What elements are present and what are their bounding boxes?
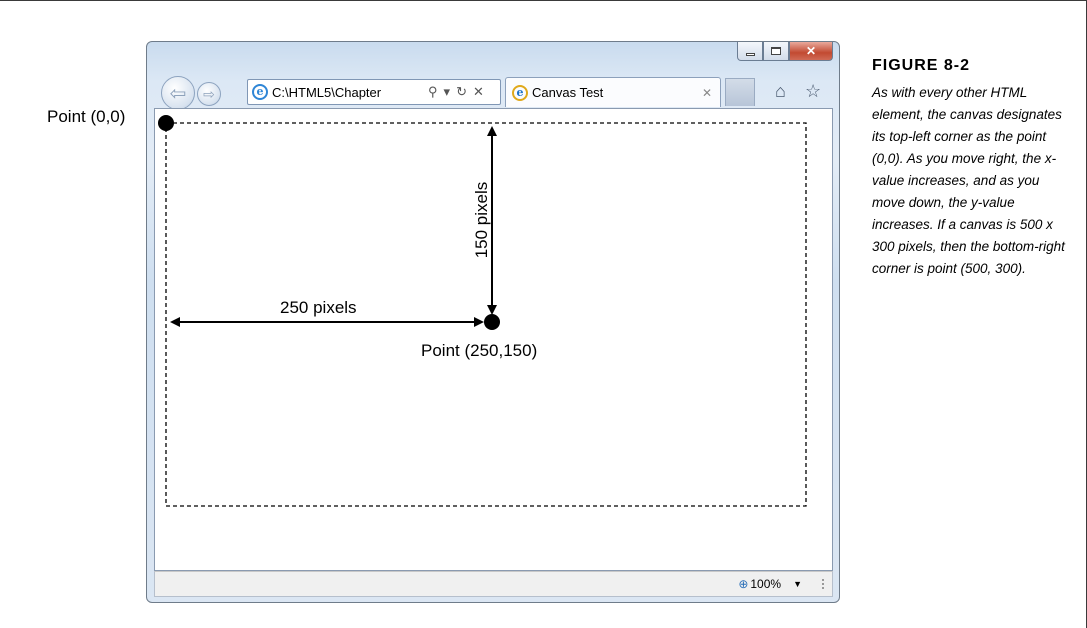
target-point-label: Point (250,150) — [421, 341, 537, 360]
figure-title: FIGURE 8-2 — [872, 57, 971, 74]
canvas-boundary — [165, 122, 807, 507]
horizontal-distance-label: 250 pixels — [280, 298, 357, 317]
origin-point-dot — [158, 115, 174, 131]
figure-caption: As with every other HTML element, the ca… — [872, 85, 1065, 276]
vertical-distance-label: 150 pixels — [472, 182, 491, 259]
target-point-dot — [484, 314, 500, 330]
origin-point-label: Point (0,0) — [47, 107, 126, 126]
